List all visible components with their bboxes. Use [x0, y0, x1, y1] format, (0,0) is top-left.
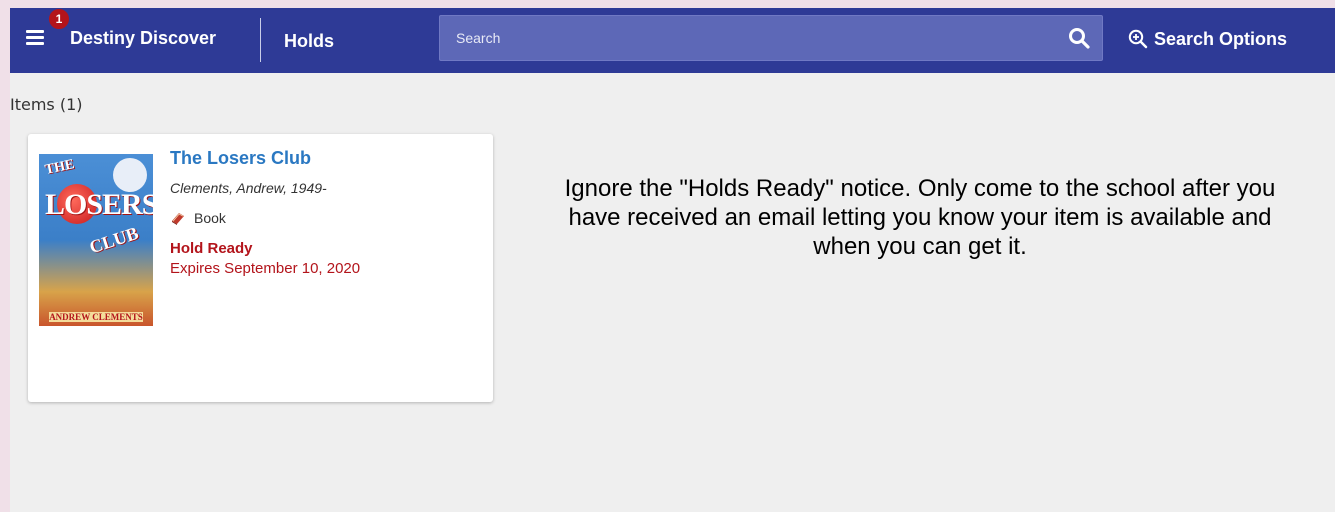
cover-title-main: LOSERS [45, 188, 153, 221]
items-heading: Items (1) [10, 95, 83, 114]
item-format: Book [170, 210, 226, 226]
search-options-button[interactable]: Search Options [1128, 26, 1287, 52]
app-brand[interactable]: Destiny Discover [70, 28, 216, 49]
items-count: (1) [59, 95, 83, 114]
item-format-label: Book [194, 210, 226, 226]
page-title: Holds [284, 31, 335, 51]
search-bar [439, 15, 1103, 61]
cover-sticker [113, 158, 147, 192]
zoom-in-icon [1128, 29, 1148, 49]
search-icon[interactable] [1068, 27, 1090, 49]
hold-status: Hold Ready [170, 240, 253, 257]
holds-notice-text: Ignore the "Holds Ready" notice. Only co… [564, 175, 1276, 260]
items-heading-label: Items [10, 95, 55, 114]
menu-icon[interactable] [26, 30, 46, 48]
hold-expiration: Expires September 10, 2020 [170, 260, 361, 277]
cover-title-the: THE [43, 157, 76, 178]
search-options-label: Search Options [1154, 28, 1288, 49]
book-cover-image[interactable]: THE LOSERS CLUB ANDREW CLEMENTS [39, 154, 153, 326]
book-icon [172, 213, 184, 225]
cover-author: ANDREW CLEMENTS [49, 312, 143, 322]
notification-badge[interactable]: 1 [48, 8, 70, 30]
item-card: THE LOSERS CLUB ANDREW CLEMENTS The Lose… [28, 134, 493, 402]
item-author: Clements, Andrew, 1949- [170, 180, 327, 196]
top-navigation-bar: 1 Destiny Discover Holds Search Options [10, 8, 1335, 73]
search-input[interactable] [440, 16, 1060, 60]
app-frame: 1 Destiny Discover Holds Search Options [10, 8, 1335, 512]
cover-title-club: CLUB [86, 222, 141, 258]
item-title-link[interactable]: The Losers Club [170, 148, 311, 169]
header-divider [260, 18, 261, 62]
